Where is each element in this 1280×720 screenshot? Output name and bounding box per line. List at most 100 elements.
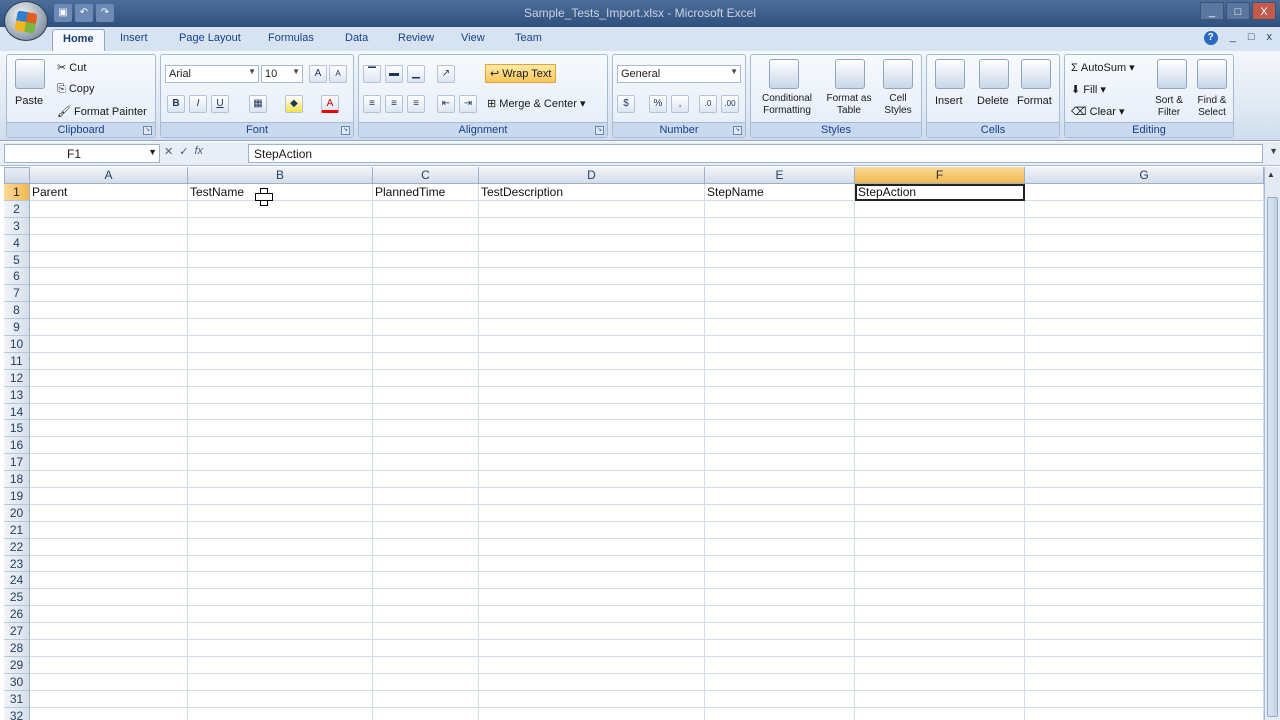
alignment-launcher-icon[interactable]: ↘ [595, 126, 604, 135]
cell[interactable] [1025, 369, 1264, 387]
row-header[interactable]: 26 [4, 606, 30, 624]
tab-data[interactable]: Data [345, 32, 368, 44]
cell[interactable] [705, 352, 855, 370]
clipboard-launcher-icon[interactable]: ↘ [143, 126, 152, 135]
row-header[interactable]: 8 [4, 302, 30, 320]
row-header[interactable]: 32 [4, 707, 30, 720]
cell[interactable] [373, 471, 479, 489]
cell[interactable] [705, 217, 855, 235]
align-left-icon[interactable]: ≡ [363, 95, 381, 113]
cell[interactable] [373, 217, 479, 235]
cell[interactable] [188, 538, 373, 556]
cell[interactable] [30, 268, 188, 286]
cell-styles-button[interactable]: Cell Styles [877, 93, 919, 117]
cell[interactable] [855, 403, 1025, 421]
cell[interactable] [373, 623, 479, 641]
cell[interactable] [479, 200, 705, 218]
cell[interactable] [30, 471, 188, 489]
row-header[interactable]: 25 [4, 589, 30, 607]
cell[interactable] [1025, 504, 1264, 522]
cell[interactable] [855, 504, 1025, 522]
cell[interactable] [373, 707, 479, 720]
cell[interactable] [479, 403, 705, 421]
cell[interactable] [1025, 538, 1264, 556]
align-middle-icon[interactable]: ▬ [385, 65, 403, 83]
row-header[interactable]: 9 [4, 319, 30, 337]
cell[interactable] [855, 386, 1025, 404]
clear-button[interactable]: ⌫ Clear ▾ [1071, 105, 1125, 118]
cell[interactable] [188, 673, 373, 691]
cell[interactable] [855, 352, 1025, 370]
format-as-table-button[interactable]: Format as Table [823, 93, 875, 117]
row-header[interactable]: 24 [4, 572, 30, 590]
format-as-table-icon[interactable] [835, 59, 865, 89]
cell[interactable] [30, 369, 188, 387]
cell[interactable] [855, 336, 1025, 353]
format-cells-icon[interactable] [1021, 59, 1051, 89]
cell[interactable] [479, 640, 705, 657]
cell[interactable] [479, 217, 705, 235]
decrease-indent-icon[interactable]: ⇤ [437, 95, 455, 113]
cell[interactable] [705, 251, 855, 269]
tab-team[interactable]: Team [515, 32, 542, 44]
cell[interactable] [855, 656, 1025, 674]
cell[interactable] [705, 504, 855, 522]
cell[interactable] [1025, 640, 1264, 657]
grow-font-icon[interactable]: A [309, 65, 327, 83]
cell[interactable] [188, 589, 373, 607]
cell[interactable] [188, 420, 373, 438]
column-header-c[interactable]: C [373, 167, 479, 184]
cell[interactable] [855, 521, 1025, 539]
cell[interactable] [479, 572, 705, 590]
cell[interactable] [373, 386, 479, 404]
cell[interactable]: PlannedTime [373, 184, 479, 201]
cell[interactable] [479, 623, 705, 641]
cell[interactable] [705, 521, 855, 539]
cell[interactable] [705, 488, 855, 505]
number-format-select[interactable]: General ▼ [617, 65, 741, 83]
copy-button[interactable]: ⎘ Copy [57, 83, 95, 96]
cell[interactable] [855, 234, 1025, 252]
cell[interactable] [479, 521, 705, 539]
cut-button[interactable]: ✂ Cut [57, 61, 86, 74]
cell[interactable] [30, 538, 188, 556]
cell[interactable] [188, 200, 373, 218]
cell[interactable] [373, 251, 479, 269]
cell[interactable] [705, 234, 855, 252]
cell[interactable] [1025, 234, 1264, 252]
tab-formulas[interactable]: Formulas [268, 32, 314, 44]
row-header[interactable]: 19 [4, 488, 30, 505]
cell[interactable] [855, 572, 1025, 590]
cell[interactable] [188, 555, 373, 573]
tab-review[interactable]: Review [398, 32, 434, 44]
cell[interactable] [855, 538, 1025, 556]
enter-icon[interactable]: ✓ [179, 145, 188, 158]
sort-filter-icon[interactable] [1157, 59, 1187, 89]
cell[interactable] [705, 319, 855, 337]
currency-icon[interactable]: $ [617, 95, 635, 113]
font-launcher-icon[interactable]: ↘ [341, 126, 350, 135]
cell[interactable] [479, 606, 705, 624]
cell[interactable] [1025, 336, 1264, 353]
cell[interactable] [705, 403, 855, 421]
cell[interactable] [479, 690, 705, 708]
row-header[interactable]: 28 [4, 640, 30, 657]
cell[interactable] [373, 538, 479, 556]
cell[interactable] [1025, 251, 1264, 269]
formula-input[interactable]: StepAction [248, 144, 1263, 163]
cell[interactable] [479, 420, 705, 438]
cell[interactable] [1025, 403, 1264, 421]
paste-icon[interactable] [15, 59, 45, 89]
scrollbar-thumb[interactable] [1267, 197, 1278, 717]
row-header[interactable]: 16 [4, 437, 30, 455]
row-header[interactable]: 3 [4, 217, 30, 235]
workbook-minimize-button[interactable]: _ [1230, 31, 1236, 45]
column-header-e[interactable]: E [705, 167, 855, 184]
fill-button[interactable]: ⬇ Fill ▾ [1071, 83, 1106, 96]
cell[interactable] [1025, 302, 1264, 320]
cell[interactable] [1025, 319, 1264, 337]
cell[interactable] [855, 200, 1025, 218]
insert-button[interactable]: Insert [935, 95, 963, 107]
cell[interactable] [30, 640, 188, 657]
cell[interactable] [479, 454, 705, 472]
